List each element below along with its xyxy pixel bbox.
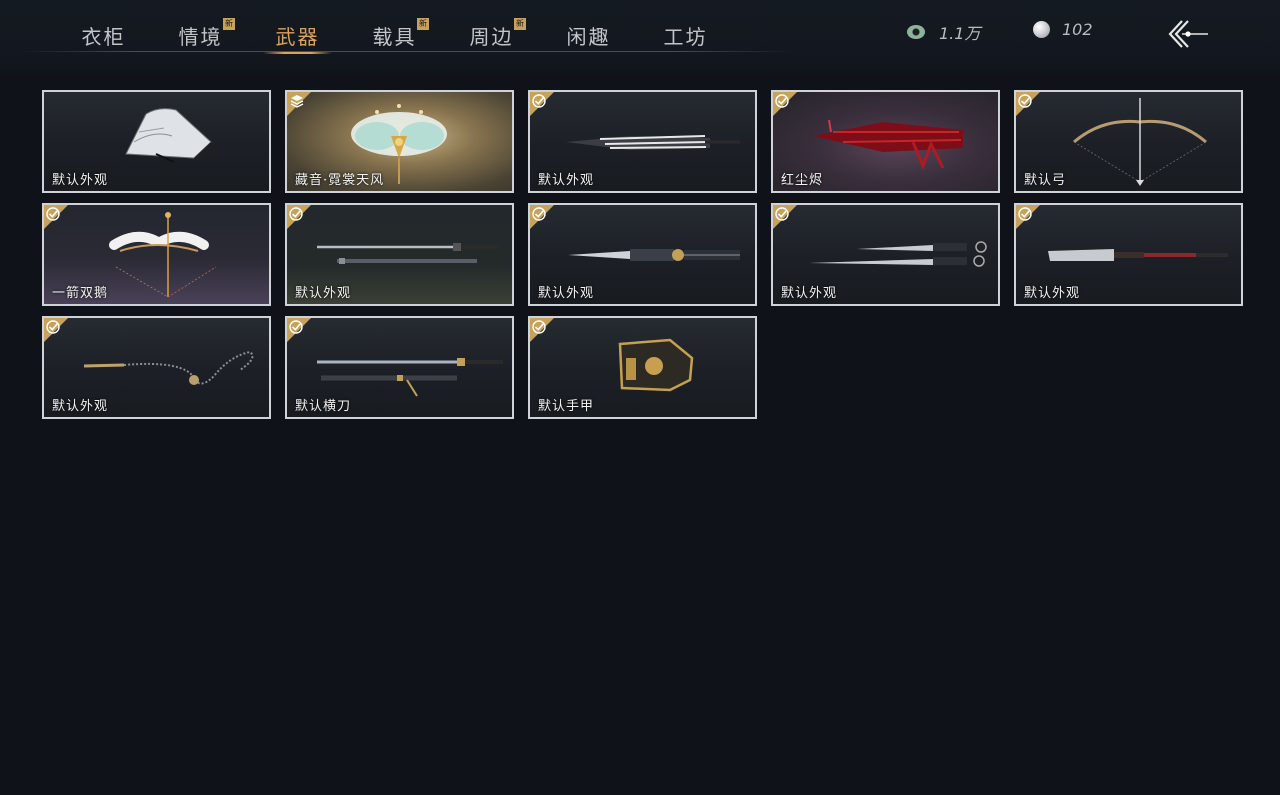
owned-check-icon <box>530 318 554 342</box>
stack-layers-icon <box>287 92 311 116</box>
item-card[interactable]: 默认外观 <box>771 203 1000 306</box>
equipped-check-icon <box>44 92 68 116</box>
item-label: 默认横刀 <box>295 399 352 414</box>
owned-check-icon <box>287 205 311 229</box>
item-label: 默认外观 <box>52 173 109 188</box>
owned-check-icon <box>773 205 797 229</box>
item-label: 默认外观 <box>52 399 109 414</box>
new-badge: 新 <box>223 18 235 30</box>
item-card[interactable]: 默认弓 <box>1014 90 1243 193</box>
item-label: 一箭双鹅 <box>52 286 109 301</box>
coin-counter: 1.1万 <box>907 20 980 44</box>
item-label: 默认外观 <box>1024 286 1081 301</box>
item-card[interactable]: 默认横刀 <box>285 316 514 419</box>
new-badge: 新 <box>417 18 429 30</box>
tab-weapons[interactable]: 武器 <box>249 14 346 56</box>
owned-check-icon <box>530 92 554 116</box>
back-button[interactable] <box>1166 18 1210 50</box>
item-card[interactable]: 默认手甲 <box>528 316 757 419</box>
item-label: 默认外观 <box>781 286 838 301</box>
tab-label: 闲趣 <box>566 24 611 49</box>
tab-label: 武器 <box>275 24 320 49</box>
tab-accessories[interactable]: 周边 新 <box>443 14 540 56</box>
owned-check-icon <box>530 205 554 229</box>
tab-leisure[interactable]: 闲趣 <box>540 14 637 56</box>
item-label: 默认外观 <box>538 173 595 188</box>
item-label: 默认外观 <box>295 286 352 301</box>
category-tabs: 衣柜 情境 新 武器 载具 新 周边 新 闲趣 工坊 <box>55 14 734 56</box>
coin-amount: 1.1万 <box>939 24 981 43</box>
item-label: 藏音·霓裳天风 <box>295 173 385 188</box>
pearl-icon <box>1033 21 1050 38</box>
tab-wardrobe[interactable]: 衣柜 <box>55 14 152 56</box>
owned-check-icon <box>287 318 311 342</box>
tab-label: 情境 <box>178 24 223 49</box>
pearl-counter: 102 <box>1033 20 1093 39</box>
item-card[interactable]: 默认外观 <box>42 90 271 193</box>
owned-check-icon <box>1016 92 1040 116</box>
tab-label: 周边 <box>469 24 514 49</box>
owned-check-icon <box>44 205 68 229</box>
tab-divider <box>20 51 790 52</box>
item-label: 默认弓 <box>1024 173 1067 188</box>
owned-check-icon <box>1016 205 1040 229</box>
tab-label: 衣柜 <box>81 24 126 49</box>
item-label: 红尘烬 <box>781 173 824 188</box>
active-tab-indicator <box>263 52 332 54</box>
weapon-grid: 默认外观 藏音·霓裳天风 默认外观 红尘烬 默认弓 一箭双鹅 默认外观 默认外观… <box>42 90 1243 419</box>
top-bar: 衣柜 情境 新 武器 载具 新 周边 新 闲趣 工坊 1.1万 102 <box>0 0 1280 74</box>
item-card[interactable]: 一箭双鹅 <box>42 203 271 306</box>
item-card[interactable]: 默认外观 <box>285 203 514 306</box>
item-card[interactable]: 默认外观 <box>42 316 271 419</box>
back-arrow-icon <box>1168 20 1208 48</box>
tab-workshop[interactable]: 工坊 <box>637 14 734 56</box>
item-card[interactable]: 藏音·霓裳天风 <box>285 90 514 193</box>
tab-label: 工坊 <box>663 24 708 49</box>
tab-mounts[interactable]: 载具 新 <box>346 14 443 56</box>
item-card[interactable]: 默认外观 <box>1014 203 1243 306</box>
tab-label: 载具 <box>372 24 417 49</box>
item-label: 默认手甲 <box>538 399 595 414</box>
owned-check-icon <box>773 92 797 116</box>
tab-scenes[interactable]: 情境 新 <box>152 14 249 56</box>
item-card[interactable]: 红尘烬 <box>771 90 1000 193</box>
new-badge: 新 <box>514 18 526 30</box>
owned-check-icon <box>44 318 68 342</box>
pearl-amount: 102 <box>1062 20 1093 39</box>
item-label: 默认外观 <box>538 286 595 301</box>
item-card[interactable]: 默认外观 <box>528 90 757 193</box>
copper-coin-icon <box>907 25 925 39</box>
item-card[interactable]: 默认外观 <box>528 203 757 306</box>
